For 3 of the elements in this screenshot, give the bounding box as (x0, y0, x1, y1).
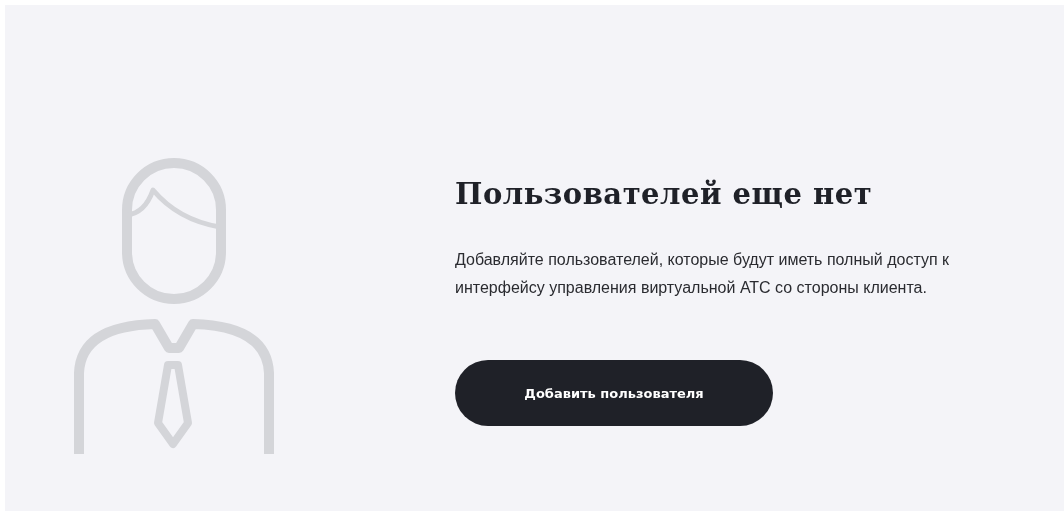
add-user-button[interactable]: Добавить пользователя (455, 360, 773, 426)
empty-state-description: Добавляйте пользователей, которые будут иметь полный доступ к интерфейсу управления виртуальной АТС со стороны клиента. (455, 250, 950, 298)
empty-state-title: Пользователей еще нет (455, 176, 873, 212)
